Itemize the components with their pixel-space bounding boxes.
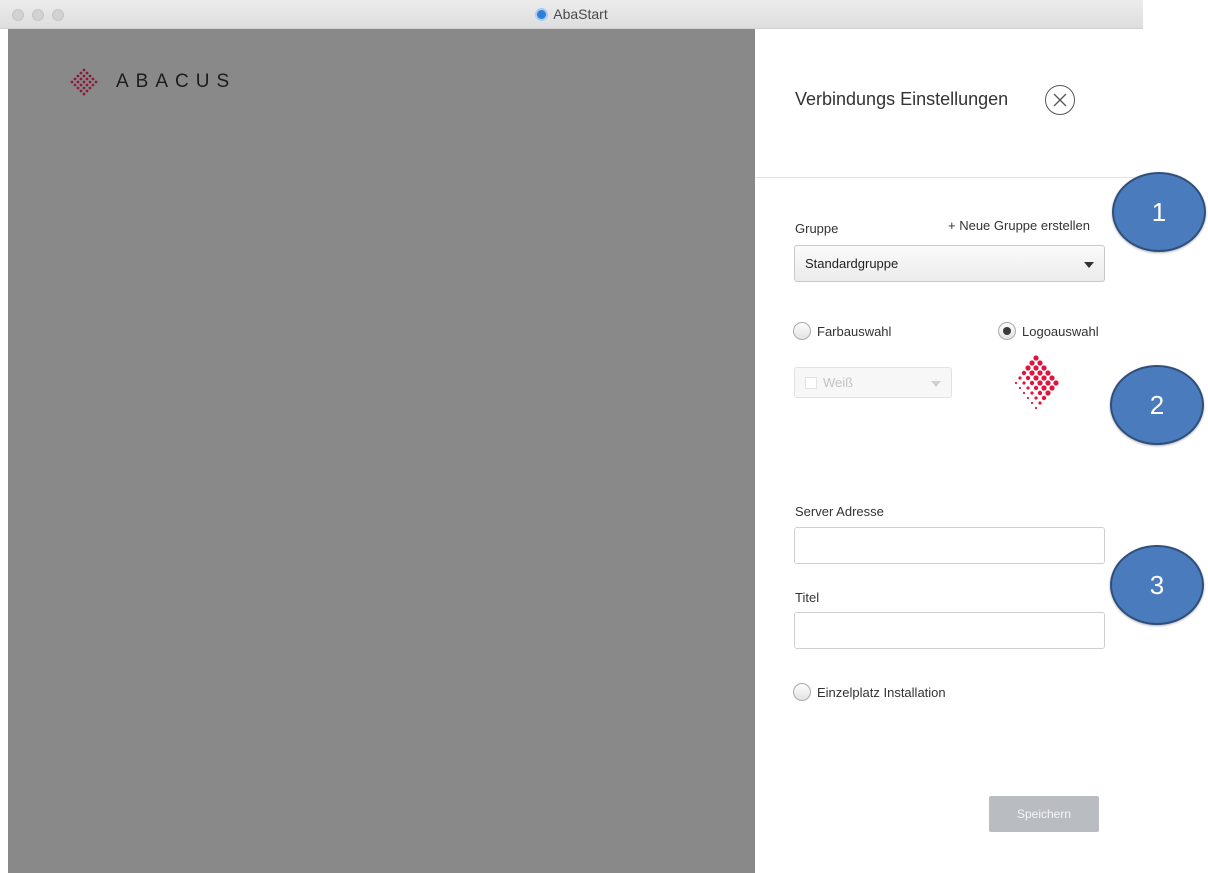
color-radio-label: Farbauswahl [817, 323, 892, 339]
abacus-logo-text: ABACUS [116, 71, 237, 92]
title-label: Titel [795, 590, 820, 605]
callout-1: 1 [1112, 172, 1206, 252]
logo-preview-icon [1014, 355, 1059, 410]
chevron-down-icon [931, 380, 941, 387]
logo-radio-label: Logoauswahl [1022, 323, 1099, 339]
left-pane: ABACUS [8, 29, 755, 873]
callout-2: 2 [1110, 365, 1204, 445]
callout-3: 3 [1110, 545, 1204, 625]
abacus-logo-icon [70, 68, 98, 96]
logo-radio[interactable]: Logoauswahl [998, 322, 1099, 340]
single-install-radio[interactable]: Einzelplatz Installation [793, 683, 946, 701]
group-select[interactable]: Standardgruppe [794, 245, 1105, 282]
radio-unchecked-icon [793, 322, 811, 340]
server-address-input[interactable] [794, 527, 1105, 564]
color-swatch [805, 376, 817, 389]
color-radio[interactable]: Farbauswahl [793, 322, 891, 340]
group-select-value: Standardgruppe [805, 256, 899, 271]
color-select-value: Weiß [823, 375, 854, 390]
app-window: AbaStart ABACUS Verbindungs Einstellunge… [0, 0, 1143, 873]
server-address-label: Server Adresse [795, 504, 884, 519]
abastart-icon [535, 8, 549, 21]
header-divider [755, 177, 1143, 178]
close-circle-icon [1053, 93, 1067, 107]
close-panel-button[interactable] [1045, 85, 1075, 115]
radio-unchecked-icon [793, 683, 811, 701]
abacus-logo: ABACUS [66, 67, 236, 97]
new-group-link[interactable]: + Neue Gruppe erstellen [948, 218, 1090, 233]
color-select[interactable]: Weiß [794, 367, 952, 398]
panel-title: Verbindungs Einstellungen [795, 89, 1009, 109]
connection-settings-panel: Verbindungs Einstellungen Gruppe + Neue … [755, 29, 1143, 873]
window-title: AbaStart [0, 6, 1143, 22]
save-button[interactable]: Speichern [989, 796, 1099, 832]
single-install-label: Einzelplatz Installation [817, 684, 946, 700]
radio-checked-icon [998, 322, 1016, 340]
title-input[interactable] [794, 612, 1105, 649]
chevron-down-icon [1084, 261, 1094, 268]
window-titlebar: AbaStart [0, 0, 1143, 29]
group-label: Gruppe [795, 221, 839, 236]
